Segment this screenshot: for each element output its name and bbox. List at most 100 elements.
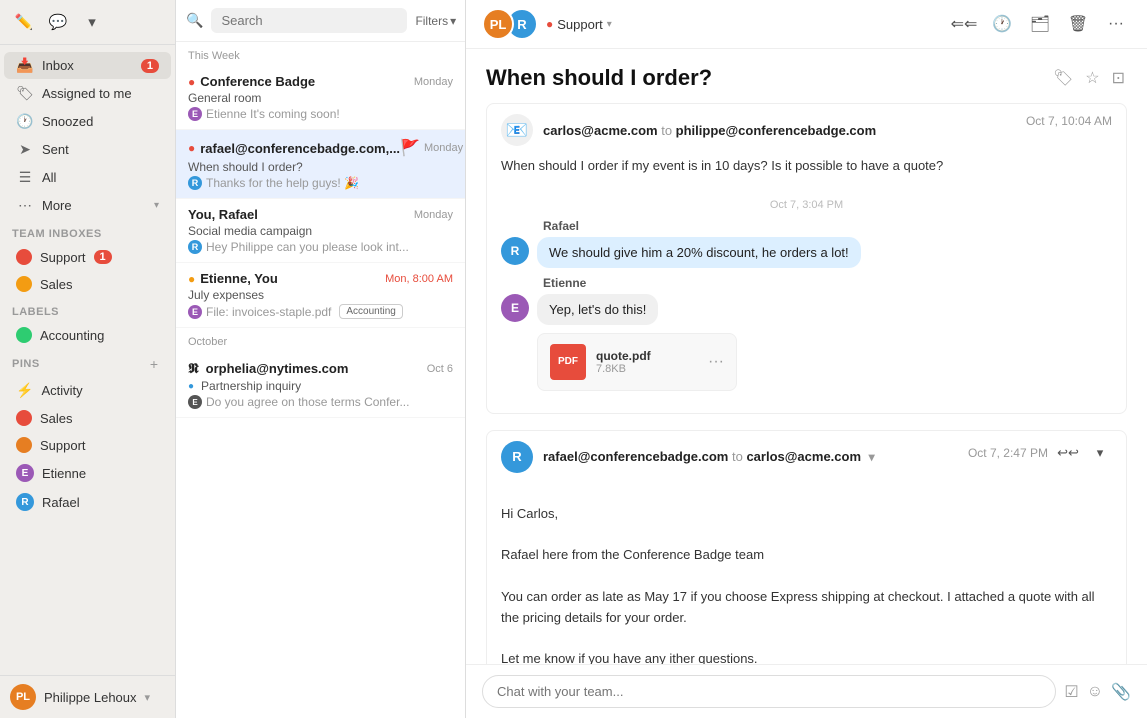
clock-button[interactable]: 🕐 bbox=[987, 9, 1017, 39]
compose-button[interactable]: ✏️ bbox=[10, 8, 38, 36]
support-pin-dot bbox=[16, 437, 32, 453]
conv-list-header: 🔍 Filters ▾ bbox=[176, 0, 465, 42]
header-left: PL R ● Support ▾ bbox=[482, 8, 612, 40]
sidebar-item-label: Sent bbox=[42, 142, 159, 157]
conv-header: ● Conference Badge Monday bbox=[188, 74, 453, 89]
compose-input[interactable] bbox=[482, 675, 1056, 708]
tag-button[interactable]: 🏷 bbox=[1051, 66, 1075, 90]
sidebar-item-label: Snoozed bbox=[42, 114, 159, 129]
rafael-chat-avatar: R bbox=[501, 237, 529, 265]
conv-subject: General room bbox=[188, 91, 453, 105]
attach-button[interactable]: 📎 bbox=[1111, 682, 1131, 702]
etienne-label: Etienne bbox=[42, 466, 86, 481]
pin-item-etienne[interactable]: E Etienne bbox=[4, 459, 171, 487]
etienne-bubble-row: E Yep, let's do this! bbox=[501, 294, 1112, 325]
pdf-icon: PDF bbox=[550, 344, 586, 380]
more-actions-button[interactable]: ··· bbox=[1101, 9, 1131, 39]
filters-button[interactable]: Filters ▾ bbox=[415, 14, 456, 28]
more-chevron: ▾ bbox=[154, 200, 159, 211]
reply-all-button[interactable]: ⇐⇐ bbox=[949, 9, 979, 39]
pin-item-support[interactable]: Support bbox=[4, 432, 171, 458]
conv-item-rafael-conf[interactable]: ● rafael@conferencebadge.com,... 🚩 Monda… bbox=[176, 130, 465, 199]
file-attachment: PDF quote.pdf 7.8KB ··· bbox=[537, 333, 737, 391]
sidebar-item-inbox[interactable]: 📥 Inbox 1 bbox=[4, 52, 171, 79]
sidebar-item-accounting[interactable]: Accounting bbox=[4, 322, 171, 348]
sidebar-item-sent[interactable]: ➤ Sent bbox=[4, 136, 171, 163]
etienne-chat-avatar: E bbox=[501, 294, 529, 322]
labels-section-label: Labels bbox=[0, 298, 175, 321]
expand-button[interactable]: ▾ bbox=[78, 8, 106, 36]
reply-all-inline-button[interactable]: ↩↩ bbox=[1056, 441, 1080, 465]
sidebar-item-snoozed[interactable]: 🕐 Snoozed bbox=[4, 108, 171, 135]
sent-icon: ➤ bbox=[16, 141, 34, 158]
conv-item-etienne-you[interactable]: ● Etienne, You Mon, 8:00 AM July expense… bbox=[176, 263, 465, 328]
activity-icon: ⚡ bbox=[16, 382, 33, 399]
pin-item-rafael[interactable]: R Rafael bbox=[4, 488, 171, 516]
pins-header: Pins + bbox=[0, 349, 175, 376]
this-week-label: This Week bbox=[176, 42, 465, 66]
filename: quote.pdf bbox=[596, 349, 651, 363]
email-from-info: 📧 carlos@acme.com to philippe@conference… bbox=[501, 114, 876, 146]
emoji-button[interactable]: ☺ bbox=[1087, 683, 1103, 701]
checklist-button[interactable]: ☑ bbox=[1064, 682, 1078, 702]
pin-item-sales[interactable]: Sales bbox=[4, 405, 171, 431]
star-button[interactable]: ☆ bbox=[1083, 66, 1101, 90]
sidebar-item-label: More bbox=[42, 198, 146, 213]
conv-item-you-rafael[interactable]: You, Rafael Monday Social media campaign… bbox=[176, 199, 465, 263]
file-menu-button[interactable]: ··· bbox=[708, 353, 724, 371]
sales-label: Sales bbox=[40, 277, 73, 292]
add-pin-button[interactable]: + bbox=[145, 355, 163, 373]
trash-button[interactable]: 🗑 bbox=[1063, 9, 1093, 39]
priority-indicator: ● bbox=[188, 141, 195, 155]
support-selector[interactable]: ● Support ▾ bbox=[546, 17, 612, 32]
attachment-flag-icon: 🚩 bbox=[400, 138, 420, 158]
team-inboxes-label: Team Inboxes bbox=[0, 220, 175, 243]
all-icon: ☰ bbox=[16, 169, 34, 186]
pins-section: Pins + ⚡ Activity Sales Support E Etienn… bbox=[0, 349, 175, 516]
sidebar-item-support[interactable]: Support 1 bbox=[4, 244, 171, 270]
inbox-badge: 1 bbox=[141, 59, 159, 73]
support-red-dot: ● bbox=[546, 17, 553, 31]
activity-label: Activity bbox=[41, 383, 82, 398]
nytimes-icon: 𝕹 bbox=[188, 360, 199, 377]
conv-date: Monday bbox=[424, 142, 463, 154]
rafael-sender-label: Rafael bbox=[501, 219, 1112, 233]
conv-item-orphelia[interactable]: 𝕹 orphelia@nytimes.com Oct 6 ● Partnersh… bbox=[176, 352, 465, 418]
user-profile[interactable]: PL Philippe Lehoux ▾ bbox=[10, 684, 150, 710]
sales-dot bbox=[16, 276, 32, 292]
snoozed-icon: 🕐 bbox=[16, 113, 34, 130]
reply-expand-button[interactable]: ▾ bbox=[1088, 441, 1112, 465]
conv-preview-avatar: R bbox=[188, 240, 202, 254]
sidebar-item-label: All bbox=[42, 170, 159, 185]
archive-button[interactable]: 🗂 bbox=[1025, 9, 1055, 39]
conv-date: Monday bbox=[414, 76, 453, 88]
sidebar-item-label: Inbox bbox=[42, 58, 133, 73]
sidebar-item-all[interactable]: ☰ All bbox=[4, 164, 171, 191]
conv-from: ● Conference Badge bbox=[188, 74, 315, 89]
rafael-label: Rafael bbox=[42, 495, 80, 510]
reply-from: rafael@conferencebadge.com to carlos@acm… bbox=[543, 449, 875, 464]
rafael-reply-avatar: R bbox=[501, 441, 533, 473]
sales-pin-dot bbox=[16, 410, 32, 426]
conv-item-conf-badge[interactable]: ● Conference Badge Monday General room E… bbox=[176, 66, 465, 130]
support-pin-label: Support bbox=[40, 438, 86, 453]
sidebar-nav: 📥 Inbox 1 🏷 Assigned to me 🕐 Snoozed ➤ S… bbox=[0, 45, 175, 675]
sidebar-item-sales[interactable]: Sales bbox=[4, 271, 171, 297]
sidebar-item-assigned[interactable]: 🏷 Assigned to me bbox=[4, 80, 171, 107]
email-thread: When should I order? 🏷 ☆ ⊡ 📧 carlos@acme… bbox=[466, 49, 1147, 664]
sidebar-item-more[interactable]: ⋯ More ▾ bbox=[4, 192, 171, 219]
conv-subject: When should I order? bbox=[188, 160, 453, 174]
reply-block-rafael: R rafael@conferencebadge.com to carlos@a… bbox=[486, 430, 1127, 664]
carlos-email-icon: 📧 bbox=[501, 114, 533, 146]
user-name: Philippe Lehoux bbox=[44, 690, 137, 705]
priority-indicator: ● bbox=[188, 75, 195, 89]
etienne-avatar: E bbox=[16, 464, 34, 482]
conv-subject: Social media campaign bbox=[188, 224, 453, 238]
sidebar-footer: PL Philippe Lehoux ▾ bbox=[0, 675, 175, 718]
conv-preview: R Thanks for the help guys! 🎉 bbox=[188, 176, 453, 190]
pin-item-activity[interactable]: ⚡ Activity bbox=[4, 377, 171, 404]
expand-button[interactable]: ⊡ bbox=[1110, 66, 1127, 90]
search-input[interactable] bbox=[211, 8, 407, 33]
chat-button[interactable]: 💬 bbox=[44, 8, 72, 36]
support-dot bbox=[16, 249, 32, 265]
